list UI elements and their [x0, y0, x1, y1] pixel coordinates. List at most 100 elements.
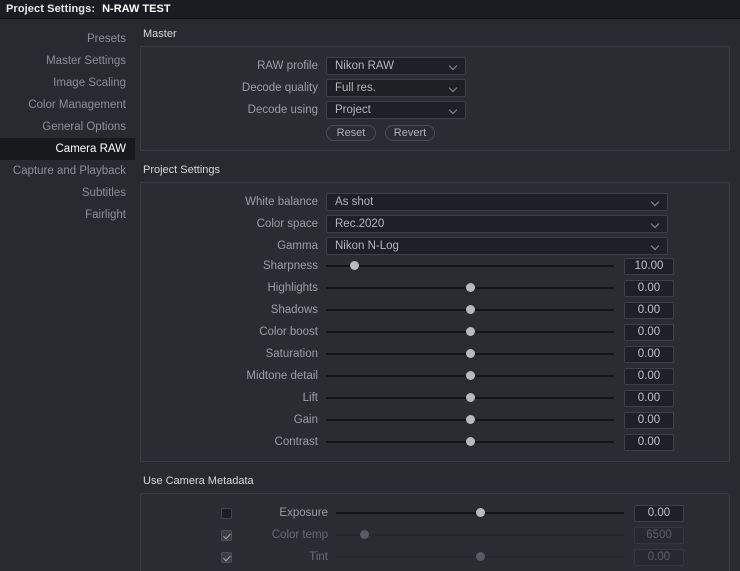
slider-sharpness[interactable]	[326, 257, 614, 275]
select-value: As shot	[335, 196, 374, 208]
metadata-row: Color temp 6500	[141, 525, 729, 545]
window-title-label: Project Settings:	[6, 3, 96, 15]
chevron-down-icon	[450, 84, 459, 93]
reset-button[interactable]: Reset	[326, 125, 376, 141]
sidebar-item-presets[interactable]: Presets	[0, 28, 135, 50]
sidebar-item-color-management[interactable]: Color Management	[0, 94, 135, 116]
sidebar-item-subtitles[interactable]: Subtitles	[0, 182, 135, 204]
slider-handle[interactable]	[360, 530, 370, 539]
select-value: Rec.2020	[335, 218, 385, 230]
sidebar-item-fairlight[interactable]: Fairlight	[0, 204, 135, 226]
slider-color-boost[interactable]	[326, 323, 614, 341]
value-contrast[interactable]: 0.00	[624, 433, 674, 451]
master-field-row: Decode quality Full res.	[141, 78, 729, 98]
settings-content: Master RAW profile Nikon RAW Decode qualit…	[135, 19, 740, 571]
revert-button[interactable]: Revert	[385, 125, 435, 141]
select-value: Project	[335, 104, 371, 116]
value-midtone-detail[interactable]: 0.00	[624, 367, 674, 385]
select-value: Full res.	[335, 82, 376, 94]
select-value: Nikon RAW	[335, 60, 394, 72]
project-name: N-RAW TEST	[102, 3, 171, 15]
field-label: Decode quality	[241, 82, 318, 94]
slider-saturation[interactable]	[326, 345, 614, 363]
checkbox-column	[141, 551, 236, 563]
slider-tint[interactable]	[336, 548, 624, 566]
value-lift[interactable]: 0.00	[624, 389, 674, 407]
checkbox-color-temp[interactable]	[221, 529, 232, 541]
chevron-down-icon	[652, 198, 661, 207]
project-settings-section-title: Project Settings	[143, 164, 221, 176]
slider-handle[interactable]	[465, 437, 475, 446]
value-exposure[interactable]: 0.00	[634, 504, 684, 522]
checkbox-tint[interactable]	[221, 551, 232, 563]
slider-handle[interactable]	[465, 327, 475, 336]
slider-handle[interactable]	[350, 261, 360, 270]
chevron-down-icon	[450, 106, 459, 115]
slider-gain[interactable]	[326, 411, 614, 429]
checkbox-column	[141, 507, 236, 519]
value-gain[interactable]: 0.00	[624, 411, 674, 429]
field-label: Gamma	[277, 240, 318, 252]
slider-handle[interactable]	[465, 283, 475, 292]
sidebar-item-general-options[interactable]: General Options	[0, 116, 135, 138]
select-decode-quality[interactable]: Full res.	[326, 79, 466, 97]
value-shadows[interactable]: 0.00	[624, 301, 674, 319]
field-label: White balance	[245, 196, 318, 208]
field-label: Gain	[293, 414, 318, 426]
slider-color-temp[interactable]	[336, 526, 624, 544]
slider-handle[interactable]	[465, 371, 475, 380]
checkbox-exposure[interactable]	[221, 507, 232, 519]
sidebar-item-camera-raw[interactable]: Camera RAW	[0, 138, 135, 160]
field-label: Exposure	[279, 507, 328, 519]
chevron-down-icon	[652, 242, 661, 251]
select-color-space[interactable]: Rec.2020	[326, 215, 668, 233]
value-highlights[interactable]: 0.00	[624, 279, 674, 297]
select-value: Nikon N-Log	[335, 240, 399, 252]
select-decode-using[interactable]: Project	[326, 101, 466, 119]
field-label: Saturation	[265, 348, 318, 360]
slider-handle[interactable]	[465, 415, 475, 424]
project-slider-row: Highlights 0.00	[141, 278, 729, 298]
sidebar-item-image-scaling[interactable]: Image Scaling	[0, 72, 135, 94]
slider-contrast[interactable]	[326, 433, 614, 451]
field-label: Highlights	[267, 282, 319, 294]
select-gamma[interactable]: Nikon N-Log	[326, 237, 668, 255]
project-slider-row: Midtone detail 0.00	[141, 366, 729, 386]
slider-handle[interactable]	[465, 305, 475, 314]
chevron-down-icon	[450, 62, 459, 71]
value-color-boost[interactable]: 0.00	[624, 323, 674, 341]
window-titlebar: Project Settings: N-RAW TEST	[0, 0, 740, 19]
slider-handle[interactable]	[465, 349, 475, 358]
project-slider-row: Lift 0.00	[141, 388, 729, 408]
slider-midtone-detail[interactable]	[326, 367, 614, 385]
slider-exposure[interactable]	[336, 504, 624, 522]
project-settings-panel: White balance As shot Color space Rec.2020 G…	[140, 182, 730, 462]
field-label: Shadows	[270, 304, 318, 316]
sidebar-item-capture-and-playback[interactable]: Capture and Playback	[0, 160, 135, 182]
select-white-balance[interactable]: As shot	[326, 193, 668, 211]
project-slider-row: Gain 0.00	[141, 410, 729, 430]
master-field-row: Decode using Project	[141, 100, 729, 120]
metadata-row: Tint 0.00	[141, 547, 729, 567]
slider-handle[interactable]	[475, 508, 485, 517]
slider-shadows[interactable]	[326, 301, 614, 319]
slider-highlights[interactable]	[326, 279, 614, 297]
value-saturation[interactable]: 0.00	[624, 345, 674, 363]
value-tint[interactable]: 0.00	[634, 548, 684, 566]
project-slider-row: Color boost 0.00	[141, 322, 729, 342]
value-sharpness[interactable]: 10.00	[624, 257, 674, 275]
settings-sidebar: Presets Master Settings Image Scaling Color…	[0, 19, 135, 571]
project-select-row: Gamma Nikon N-Log	[141, 236, 729, 256]
project-slider-row: Saturation 0.00	[141, 344, 729, 364]
slider-handle[interactable]	[465, 393, 475, 402]
sidebar-item-master-settings[interactable]: Master Settings	[0, 50, 135, 72]
camera-metadata-panel: Exposure 0.00 Color temp 6500 Tint 0.00	[140, 493, 730, 571]
slider-lift[interactable]	[326, 389, 614, 407]
select-raw-profile[interactable]: Nikon RAW	[326, 57, 466, 75]
value-color-temp[interactable]: 6500	[634, 526, 684, 544]
slider-track	[326, 265, 614, 267]
project-slider-row: Sharpness 10.00	[141, 256, 729, 276]
checkbox-column	[141, 529, 236, 541]
slider-handle[interactable]	[475, 552, 485, 561]
chevron-down-icon	[652, 220, 661, 229]
